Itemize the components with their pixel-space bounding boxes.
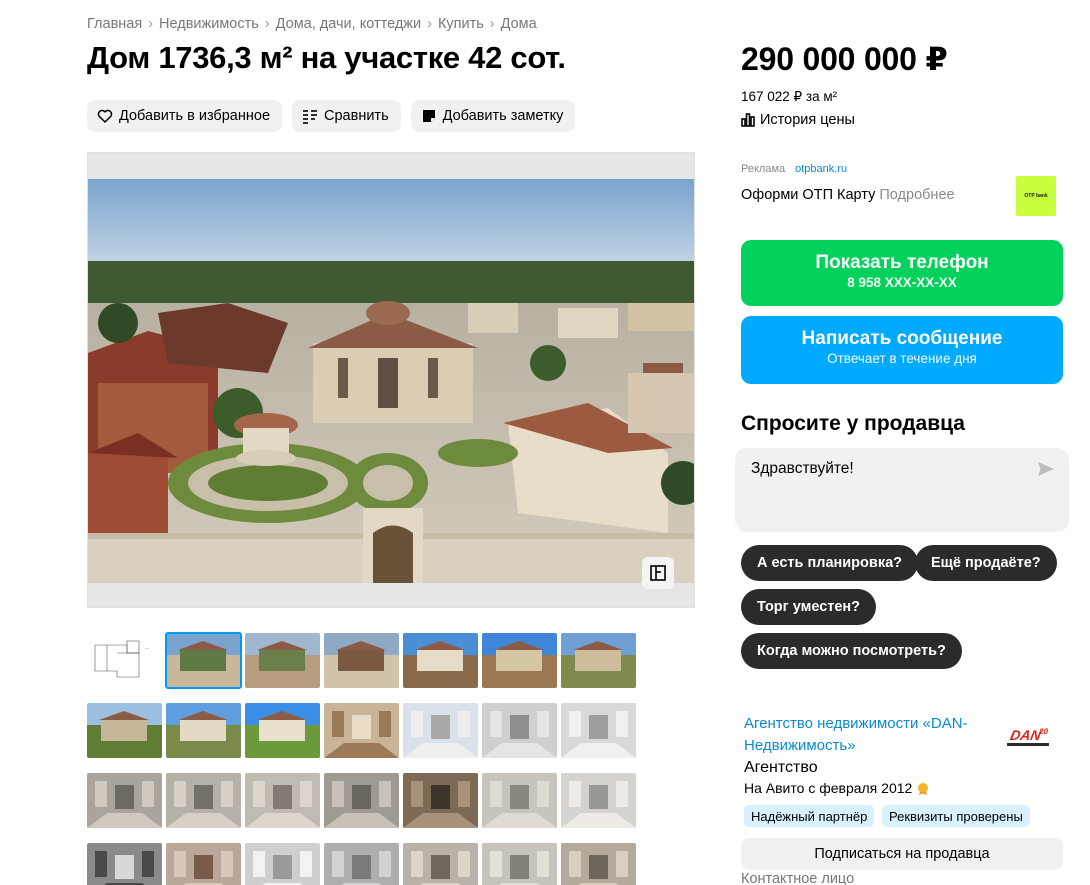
gallery-thumbnail-aerial-village[interactable] (245, 633, 320, 688)
contact-person-label: Контактное лицо (741, 871, 855, 885)
ad-text-link[interactable]: Оформи ОТП Карту Подробнее (741, 187, 955, 203)
breadcrumb-separator: › (264, 16, 270, 32)
estate-aerial-photo (88, 153, 694, 607)
medal-icon (918, 783, 929, 795)
gallery-thumbnail-house-garden[interactable] (87, 703, 162, 758)
quick-question-chip[interactable]: Ещё продаёте? (915, 545, 1057, 581)
gallery-thumbnail-interior-dome-ceiling[interactable] (324, 703, 399, 758)
show-phone-label: Показать телефон (815, 252, 989, 273)
add-note-button[interactable]: Добавить заметку (410, 100, 576, 132)
svg-text:—: — (145, 645, 149, 650)
gallery-thumbnail-interior-chandelier[interactable] (403, 843, 478, 885)
floor-plan-icon (650, 565, 666, 581)
breadcrumb-separator: › (148, 16, 154, 32)
phone-number-masked: 8 958 XXX-XX-XX (847, 275, 957, 290)
gallery-thumbnail-interior-columns[interactable] (482, 773, 557, 828)
ask-seller-title: Спросите у продавца (741, 412, 965, 435)
breadcrumb: Главная › Недвижимость › Дома, дачи, кот… (87, 16, 537, 32)
gallery-thumbnail-aerial-estate[interactable] (165, 632, 242, 689)
price-history-label: История цены (760, 112, 855, 128)
price: 290 000 000 ₽ (741, 41, 948, 77)
gallery-thumbnail-interior-window-arch[interactable] (87, 843, 162, 885)
breadcrumb-buy[interactable]: Купить (438, 16, 484, 32)
ad-more: Подробнее (879, 187, 955, 203)
gallery-thumbnail-interior-window-tall[interactable] (245, 843, 320, 885)
add-to-favorites-button[interactable]: Добавить в избранное (87, 100, 283, 132)
add-to-favorites-label: Добавить в избранное (119, 108, 271, 124)
compare-label: Сравнить (324, 108, 389, 124)
ad-header: Реклама otpbank.ru (741, 163, 847, 175)
photo-gallery-thumbnails: — (87, 632, 647, 885)
show-phone-button[interactable]: Показать телефон 8 958 XXX-XX-XX (741, 240, 1063, 306)
gallery-thumbnail-gazebo-lawn[interactable] (245, 703, 320, 758)
ad-logo-text: OTP bank (1024, 193, 1048, 199)
seller-since: На Авито с февраля 2012 (744, 780, 930, 796)
breadcrumb-real-estate[interactable]: Недвижимость (159, 16, 259, 32)
note-icon (422, 110, 435, 122)
heart-icon (97, 109, 113, 123)
breadcrumb-home[interactable]: Главная (87, 16, 142, 32)
gallery-thumbnail-courtyard[interactable] (561, 633, 636, 688)
compare-button[interactable]: Сравнить (292, 100, 401, 132)
response-time: Отвечает в течение дня (827, 351, 977, 366)
seller-name-link[interactable]: Агентство недвижимости «DAN-Недвижимость… (744, 713, 994, 757)
ad-text: Оформи ОТП Карту (741, 187, 876, 203)
floor-plan-button[interactable] (642, 557, 674, 589)
gallery-thumbnail-interior-staircase[interactable] (324, 773, 399, 828)
gallery-thumbnail-interior-corridor[interactable] (482, 843, 557, 885)
breadcrumb-houses[interactable]: Дома (501, 16, 537, 32)
listing-actions: Добавить в избранное Сравнить Добавить з… (87, 100, 576, 132)
gallery-thumbnail-interior-raw-3[interactable] (245, 773, 320, 828)
gallery-thumbnail-interior-room-red[interactable] (166, 843, 241, 885)
gallery-thumbnail-interior-hall-2[interactable] (324, 843, 399, 885)
agency-logo-sup: 20 (1038, 727, 1049, 736)
breadcrumb-separator: › (427, 16, 432, 32)
gallery-thumbnail-interior-raw-1[interactable] (87, 773, 162, 828)
bar-chart-icon (741, 113, 755, 127)
quick-question-chip[interactable]: Когда можно посмотреть? (741, 633, 962, 669)
quick-question-chip[interactable]: А есть планировка? (741, 545, 918, 581)
breadcrumb-separator: › (489, 16, 495, 32)
gallery-thumbnail-interior-windows[interactable] (403, 703, 478, 758)
trusted-partner-badge: Надёжный партнёр (744, 805, 875, 827)
page-title: Дом 1736,3 м² на участке 42 сот. (87, 40, 566, 75)
gallery-thumbnail-floor-plan[interactable]: — (87, 633, 162, 688)
gallery-thumbnail-aerial-estate-close[interactable] (324, 633, 399, 688)
seller-since-text: На Авито с февраля 2012 (744, 780, 913, 796)
seller-type: Агентство (744, 759, 818, 776)
breadcrumb-houses-dachas[interactable]: Дома, дачи, коттеджи (276, 16, 421, 32)
gallery-thumbnail-interior-doorway[interactable] (403, 773, 478, 828)
gallery-thumbnail-facade-dome[interactable] (482, 633, 557, 688)
price-history-link[interactable]: История цены (741, 112, 855, 128)
gallery-thumbnail-interior-arches[interactable] (561, 703, 636, 758)
subscribe-seller-button[interactable]: Подписаться на продавца (741, 838, 1063, 870)
compare-icon (303, 110, 318, 124)
gallery-thumbnail-interior-bright[interactable] (561, 773, 636, 828)
verified-details-badge: Реквизиты проверены (882, 805, 1030, 827)
ad-logo[interactable]: OTP bank (1016, 176, 1056, 216)
ad-domain-link[interactable]: otpbank.ru (795, 163, 847, 175)
ask-seller-input[interactable] (751, 460, 1011, 478)
ad-label: Реклама (741, 163, 786, 175)
gallery-thumbnail-interior-round-window[interactable] (561, 843, 636, 885)
gallery-thumbnail-interior-hall[interactable] (482, 703, 557, 758)
send-icon[interactable] (1037, 460, 1055, 478)
gallery-thumbnail-gazebo-close[interactable] (166, 703, 241, 758)
price-per-m2: 167 022 ₽ за м² (741, 89, 838, 104)
main-photo[interactable] (87, 152, 695, 608)
send-message-label: Написать сообщение (801, 328, 1003, 349)
gallery-thumbnail-interior-raw-2[interactable] (166, 773, 241, 828)
quick-question-chip[interactable]: Торг уместен? (741, 589, 877, 625)
add-note-label: Добавить заметку (442, 108, 564, 124)
gallery-thumbnail-facade-front[interactable] (403, 633, 478, 688)
agency-logo[interactable]: DAN 20 (1005, 723, 1051, 753)
send-message-button[interactable]: Написать сообщение Отвечает в течение дн… (741, 316, 1063, 384)
ask-seller-box (735, 448, 1069, 532)
